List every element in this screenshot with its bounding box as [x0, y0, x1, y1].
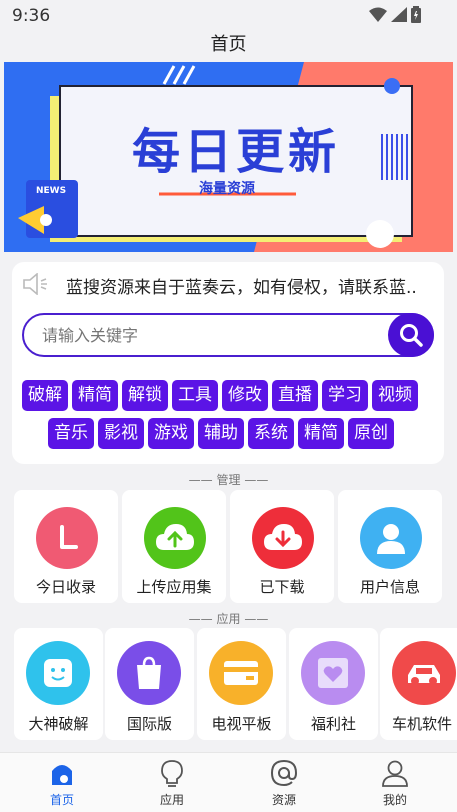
- lightbulb-icon: [158, 759, 186, 787]
- divider: ——: [188, 612, 217, 626]
- nav-home[interactable]: 首页: [32, 759, 92, 812]
- tag-item[interactable]: 系统: [248, 418, 294, 449]
- tag-item[interactable]: 修改: [222, 380, 268, 411]
- nav-label: 我的: [382, 793, 407, 807]
- status-time: 9:36: [12, 6, 51, 26]
- battery-icon: [411, 6, 421, 23]
- app-item-car[interactable]: 车机软件: [380, 628, 457, 740]
- tag-item[interactable]: 直播: [272, 380, 318, 411]
- robot-face-icon: [26, 641, 90, 705]
- app-item-label: 福利社: [310, 715, 356, 733]
- nav-label: 应用: [159, 793, 184, 807]
- search-input[interactable]: [42, 324, 382, 346]
- section-title: 管理: [216, 473, 241, 487]
- tag-item[interactable]: 精简: [298, 418, 344, 449]
- tag-item[interactable]: 游戏: [148, 418, 194, 449]
- manage-item-today[interactable]: 今日收录: [14, 490, 118, 603]
- divider: ——: [240, 612, 269, 626]
- tag-item[interactable]: 影视: [98, 418, 144, 449]
- tag-item[interactable]: 解锁: [122, 380, 168, 411]
- tag-item[interactable]: 精简: [72, 380, 118, 411]
- nav-label: 首页: [49, 793, 74, 807]
- nav-label: 资源: [271, 793, 296, 807]
- manage-item-upload[interactable]: 上传应用集: [122, 490, 226, 603]
- bottom-nav: 首页 应用 资源 我的: [0, 752, 457, 812]
- manage-item-label: 用户信息: [359, 578, 420, 596]
- status-icons: [369, 6, 421, 23]
- signal-icon: [391, 7, 407, 22]
- section-title: 应用: [216, 612, 241, 626]
- tag-row-1: 破解 精简 解锁 工具 修改 直播 学习 视频: [22, 380, 418, 411]
- speaker-icon: [23, 273, 47, 295]
- search-button[interactable]: [388, 313, 434, 357]
- banner-badge: NEWS: [36, 186, 67, 196]
- shopping-bag-icon: [117, 641, 181, 705]
- app-item-dashen[interactable]: 大神破解: [14, 628, 103, 740]
- search-icon: [400, 324, 423, 347]
- clock-icon: [36, 507, 98, 569]
- app-item-label: 大神破解: [28, 715, 89, 733]
- cloud-upload-icon: [144, 507, 206, 569]
- section-label-apps: —— 应用 ——: [0, 610, 457, 627]
- app-item-label: 电视平板: [211, 715, 272, 733]
- banner[interactable]: 每日更新 海量资源 NEWS: [4, 62, 453, 252]
- banner-headline: 每日更新: [131, 124, 340, 180]
- car-icon: [392, 641, 456, 705]
- tag-item[interactable]: 辅助: [198, 418, 244, 449]
- manage-item-label: 已下载: [259, 578, 305, 596]
- tag-item[interactable]: 视频: [372, 380, 418, 411]
- app-item-tv[interactable]: 电视平板: [197, 628, 286, 740]
- status-bar: 9:36: [0, 0, 457, 30]
- nav-profile[interactable]: 我的: [365, 759, 425, 812]
- tag-item[interactable]: 工具: [172, 380, 218, 411]
- banner-subline: 海量资源: [199, 181, 255, 197]
- notice-text: 蓝搜资源来自于蓝奏云，如有侵权，请联系蓝..: [66, 278, 417, 298]
- nav-resources[interactable]: 资源: [254, 759, 314, 812]
- profile-icon: [381, 759, 409, 787]
- search-bar: [22, 313, 434, 357]
- app-item-intl[interactable]: 国际版: [105, 628, 194, 740]
- tag-item[interactable]: 破解: [22, 380, 68, 411]
- divider: ——: [188, 473, 217, 487]
- app-item-welfare[interactable]: 福利社: [289, 628, 378, 740]
- tag-item[interactable]: 学习: [322, 380, 368, 411]
- app-item-label: 国际版: [126, 715, 172, 733]
- app-item-label: 车机软件: [392, 715, 453, 733]
- wifi-icon: [369, 7, 387, 22]
- tag-item[interactable]: 音乐: [48, 418, 94, 449]
- divider: ——: [240, 473, 269, 487]
- card-icon: [209, 641, 273, 705]
- page-title: 首页: [210, 34, 247, 55]
- at-icon: [270, 759, 298, 787]
- manage-item-downloaded[interactable]: 已下载: [230, 490, 334, 603]
- manage-item-label: 今日收录: [35, 578, 96, 596]
- user-icon: [360, 507, 422, 569]
- home-icon: [48, 759, 76, 787]
- heart-box-icon: [301, 641, 365, 705]
- manage-item-user[interactable]: 用户信息: [338, 490, 442, 603]
- nav-apps[interactable]: 应用: [142, 759, 202, 812]
- notice-bar[interactable]: 蓝搜资源来自于蓝奏云，如有侵权，请联系蓝..: [12, 264, 444, 304]
- cloud-download-icon: [252, 507, 314, 569]
- tag-row-2: 音乐 影视 游戏 辅助 系统 精简 原创: [48, 418, 394, 449]
- manage-item-label: 上传应用集: [136, 578, 212, 596]
- section-label-manage: —— 管理 ——: [0, 471, 457, 488]
- tag-item[interactable]: 原创: [348, 418, 394, 449]
